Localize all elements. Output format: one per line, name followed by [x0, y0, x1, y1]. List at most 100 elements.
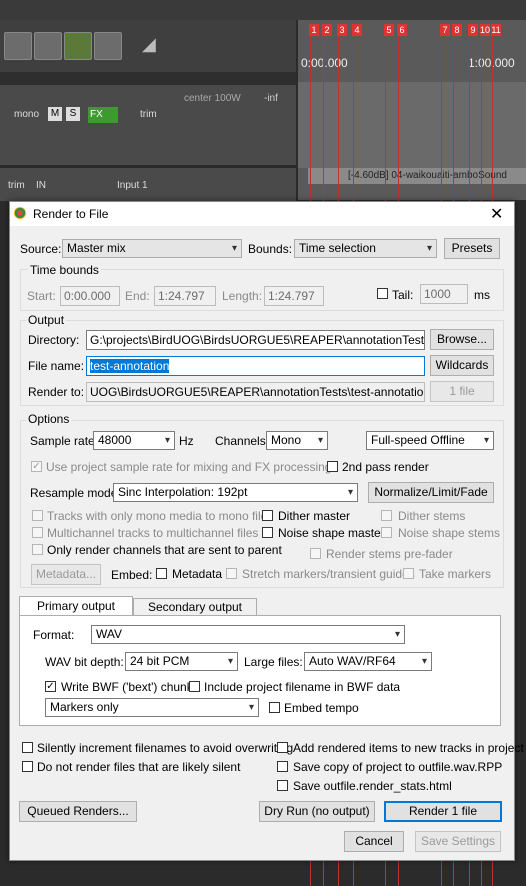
- render-dialog: Render to File ✕ Source: Master mix ▾ Bou…: [9, 201, 524, 861]
- tab-primary-format[interactable]: Primary output format: [19, 596, 133, 631]
- noise-master-label: Noise shape master: [278, 526, 385, 540]
- use-project-rate-label: Use project sample rate for mixing and F…: [46, 460, 332, 474]
- tail-unit-label: ms: [474, 288, 490, 302]
- samplerate-select[interactable]: 48000 ▾: [93, 431, 175, 450]
- pan-label: center 100W: [184, 93, 241, 104]
- noise-master-checkbox[interactable]: [262, 527, 273, 538]
- ruler-time-0: 0:00.000: [301, 56, 348, 70]
- bitdepth-select[interactable]: 24 bit PCM ▾: [125, 652, 238, 671]
- marker-10[interactable]: 10: [480, 24, 490, 36]
- render-button[interactable]: Render 1 file: [384, 801, 502, 822]
- tail-field[interactable]: 1000: [420, 284, 468, 304]
- normalize-button[interactable]: Normalize/Limit/Fade: [368, 482, 494, 503]
- source-select[interactable]: Master mix ▾: [62, 239, 242, 258]
- browse-button[interactable]: Browse...: [430, 329, 494, 350]
- marker-7[interactable]: 7: [440, 24, 450, 36]
- directory-field[interactable]: G:\projects\BirdUOG\BirdsUORGUE5\REAPER\…: [86, 330, 425, 350]
- track-input-row: trim IN Input 1: [0, 168, 296, 201]
- do-not-render-silent-checkbox[interactable]: [22, 761, 33, 772]
- tab-secondary-format[interactable]: Secondary output format: [133, 598, 257, 630]
- end-field[interactable]: 1:24.797: [154, 286, 216, 306]
- dither-master-label: Dither master: [278, 509, 351, 523]
- embed-tempo-checkbox[interactable]: [269, 702, 280, 713]
- loop-icon[interactable]: [64, 32, 92, 60]
- noise-stems-checkbox[interactable]: [381, 527, 392, 538]
- resample-select[interactable]: Sinc Interpolation: 192pt ▾: [113, 483, 358, 502]
- save-stats-label: Save outfile.render_stats.html: [293, 779, 452, 793]
- files-count-button: 1 file: [430, 381, 494, 402]
- lock-icon[interactable]: [94, 32, 122, 60]
- marker-3[interactable]: 3: [337, 24, 347, 36]
- silently-increment-label: Silently increment filenames to avoid ov…: [37, 741, 294, 755]
- multichannel-checkbox[interactable]: [32, 527, 43, 538]
- marker-8[interactable]: 8: [452, 24, 462, 36]
- presets-button[interactable]: Presets: [444, 238, 500, 259]
- snap-icon[interactable]: [34, 32, 62, 60]
- peak-label: -inf: [264, 93, 278, 104]
- add-rendered-label: Add rendered items to new tracks in proj…: [293, 741, 524, 755]
- include-filename-checkbox[interactable]: [189, 681, 200, 692]
- marker-11[interactable]: 11: [491, 24, 501, 36]
- samplerate-label: Sample rate:: [30, 434, 99, 448]
- do-not-render-silent-label: Do not render files that are likely sile…: [37, 760, 241, 774]
- bitdepth-label: WAV bit depth:: [45, 655, 124, 669]
- markers-select[interactable]: Markers only ▾: [45, 698, 259, 717]
- start-label: Start:: [27, 289, 56, 303]
- dry-run-button[interactable]: Dry Run (no output): [259, 801, 375, 822]
- start-field[interactable]: 0:00.000: [60, 286, 120, 306]
- silently-increment-checkbox[interactable]: [22, 742, 33, 753]
- metadata-button[interactable]: Metadata...: [31, 564, 101, 585]
- fx-button[interactable]: FX: [88, 107, 118, 123]
- embed-tempo-label: Embed tempo: [284, 701, 359, 715]
- stretch-label: Stretch markers/transient guides: [242, 567, 415, 581]
- only-parent-checkbox[interactable]: [32, 544, 43, 555]
- in-label: IN: [36, 180, 46, 191]
- marker-1[interactable]: 1: [309, 24, 319, 36]
- save-copy-label: Save copy of project to outfile.wav.RPP: [293, 760, 503, 774]
- take-markers-checkbox[interactable]: [403, 568, 414, 579]
- add-rendered-checkbox[interactable]: [277, 742, 288, 753]
- metadata-checkbox[interactable]: [156, 568, 167, 579]
- stems-prefader-checkbox[interactable]: [310, 548, 321, 559]
- filename-field[interactable]: test-annotation: [86, 356, 425, 376]
- dither-stems-checkbox[interactable]: [381, 510, 392, 521]
- save-settings-button[interactable]: Save Settings: [415, 831, 501, 852]
- only-parent-label: Only render channels that are sent to pa…: [47, 543, 282, 557]
- grid-icon[interactable]: [4, 32, 32, 60]
- marker-5[interactable]: 5: [384, 24, 394, 36]
- queued-renders-button[interactable]: Queued Renders...: [19, 801, 137, 822]
- format-panel: Format: WAV ▾ WAV bit depth: 24 bit PCM ▾ …: [19, 615, 501, 726]
- tail-checkbox[interactable]: [377, 288, 388, 299]
- stretch-checkbox[interactable]: [226, 568, 237, 579]
- dither-master-checkbox[interactable]: [262, 510, 273, 521]
- hz-label: Hz: [179, 434, 194, 448]
- tracks-mono-label: Tracks with only mono media to mono file: [47, 509, 268, 523]
- ripple-icon[interactable]: ◢: [142, 34, 164, 56]
- marker-4[interactable]: 4: [352, 24, 362, 36]
- save-copy-checkbox[interactable]: [277, 761, 288, 772]
- bwf-checkbox[interactable]: ✓: [45, 681, 56, 692]
- wildcards-button[interactable]: Wildcards: [430, 355, 494, 376]
- marker-9[interactable]: 9: [468, 24, 478, 36]
- filename-label: File name:: [28, 359, 85, 373]
- close-icon[interactable]: ✕: [490, 204, 503, 224]
- use-project-rate-checkbox[interactable]: ✓: [31, 461, 42, 472]
- cancel-button[interactable]: Cancel: [344, 831, 404, 852]
- marker-2[interactable]: 2: [322, 24, 332, 36]
- bounds-select[interactable]: Time selection ▾: [294, 239, 437, 258]
- channels-select[interactable]: Mono ▾: [266, 431, 328, 450]
- large-files-select[interactable]: Auto WAV/RF64 ▾: [304, 652, 432, 671]
- tracks-mono-checkbox[interactable]: [32, 510, 43, 521]
- input-select[interactable]: Input 1: [117, 180, 148, 191]
- mute-button[interactable]: M: [48, 107, 62, 121]
- format-select[interactable]: WAV ▾: [91, 625, 405, 644]
- save-stats-checkbox[interactable]: [277, 780, 288, 791]
- speed-select[interactable]: Full-speed Offline ▾: [366, 431, 494, 450]
- solo-button[interactable]: S: [66, 107, 80, 121]
- length-field[interactable]: 1:24.797: [264, 286, 324, 306]
- reaper-logo-icon: [14, 207, 26, 219]
- end-label: End:: [125, 289, 150, 303]
- second-pass-checkbox[interactable]: [327, 461, 338, 472]
- dither-stems-label: Dither stems: [398, 509, 466, 523]
- marker-6[interactable]: 6: [397, 24, 407, 36]
